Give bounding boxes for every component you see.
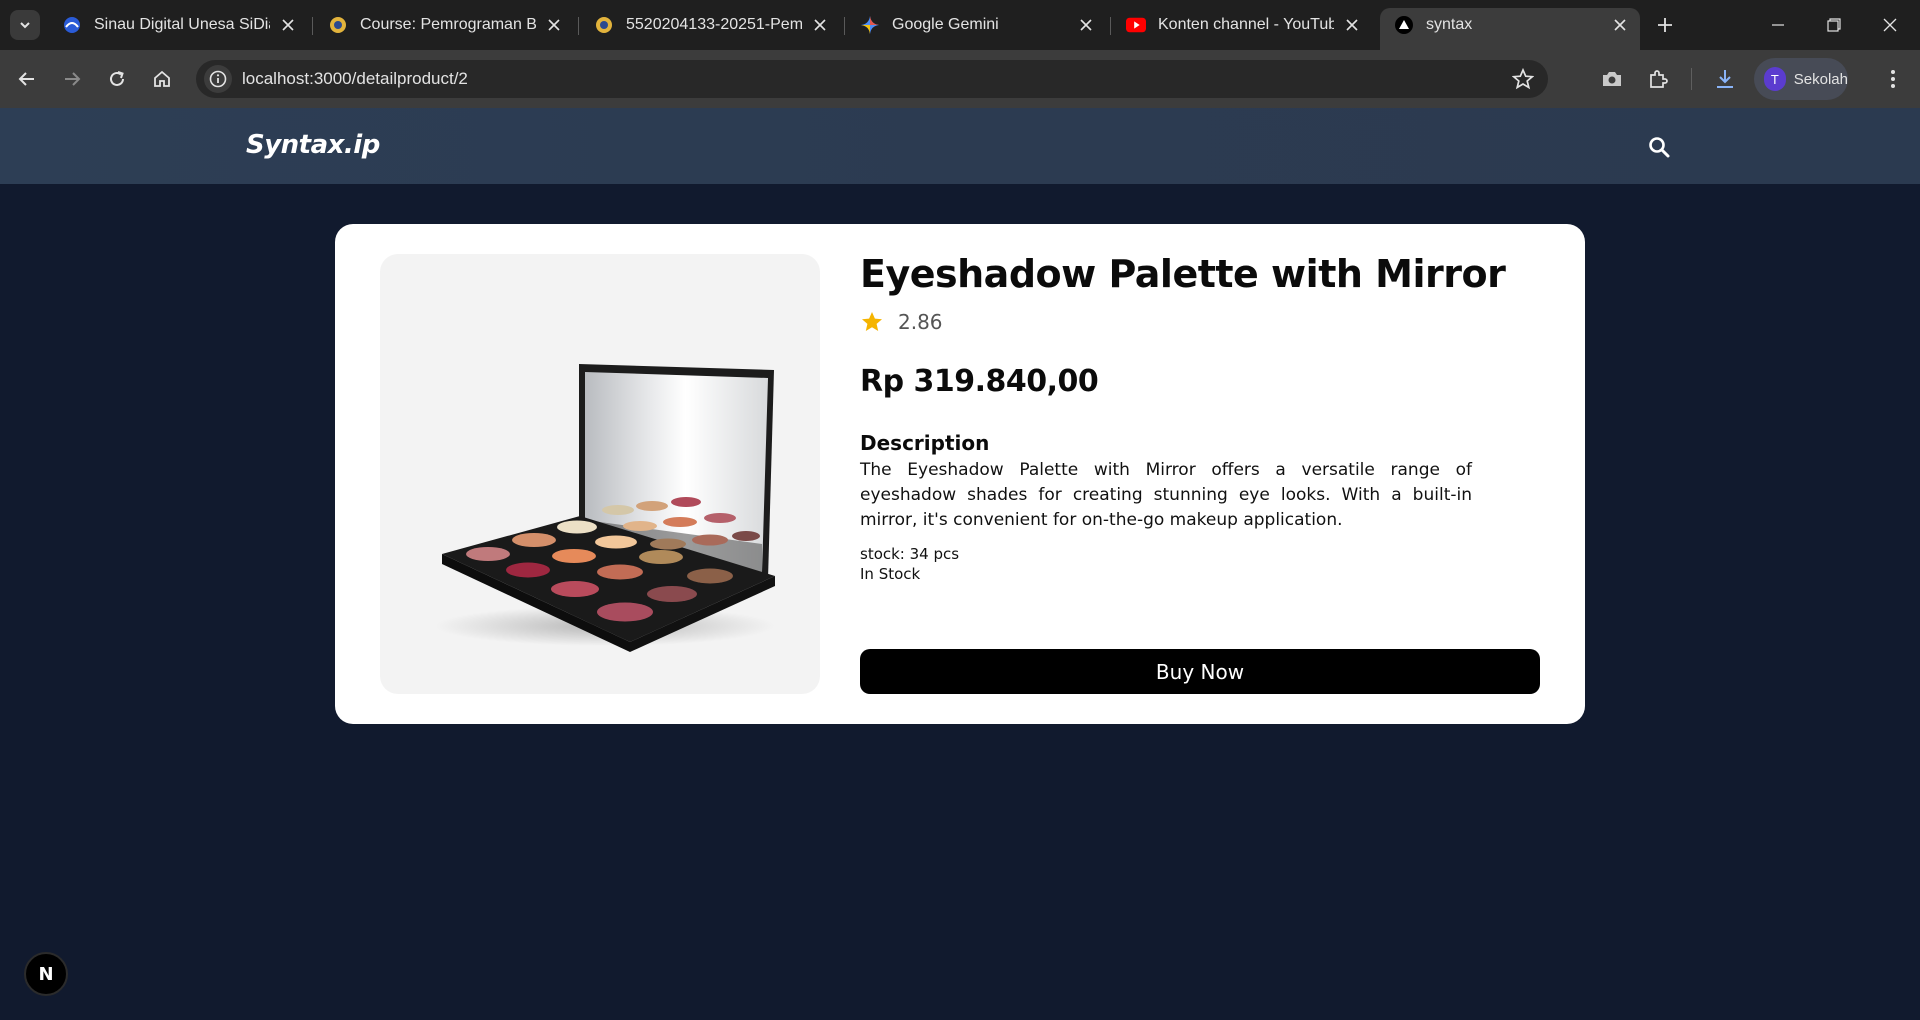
site-info-button[interactable] xyxy=(204,65,232,93)
avatar: T xyxy=(1764,67,1786,91)
unesa-course-icon xyxy=(594,15,614,35)
tab-separator xyxy=(312,17,313,35)
tab-title: 5520204133-20251-Pemrog xyxy=(626,16,802,33)
camera-icon xyxy=(1603,72,1621,86)
tab-title: syntax xyxy=(1426,16,1473,33)
close-icon[interactable] xyxy=(544,15,564,35)
tab-course[interactable]: Course: Pemrograman Berb xyxy=(314,8,574,42)
product-rating: 2.86 xyxy=(860,310,943,334)
tab-title: Google Gemini xyxy=(892,16,999,33)
tab-syntax[interactable]: syntax xyxy=(1380,8,1640,50)
product-description: The Eyeshadow Palette with Mirror offers… xyxy=(860,460,1472,530)
browser-menu-button[interactable] xyxy=(1880,66,1906,92)
tab-title: Sinau Digital Unesa SiDia xyxy=(94,16,270,33)
tab-title: Course: Pemrograman Berb xyxy=(360,16,536,33)
unesa-course-icon xyxy=(328,15,348,35)
minimize-button[interactable] xyxy=(1758,10,1798,40)
nextjs-dev-badge[interactable]: N xyxy=(24,952,68,996)
puzzle-icon xyxy=(1650,70,1668,88)
unesa-sidia-icon xyxy=(62,15,82,35)
close-icon[interactable] xyxy=(1610,15,1630,35)
chevron-down-icon xyxy=(20,22,30,29)
reload-icon xyxy=(110,71,124,86)
tab-sinau-digital[interactable]: Sinau Digital Unesa SiDia xyxy=(48,8,308,42)
close-icon[interactable] xyxy=(1342,15,1362,35)
eyeshadow-palette-image xyxy=(435,364,775,652)
toolbar-divider xyxy=(1691,68,1692,90)
search-icon xyxy=(1649,137,1670,158)
profile-name: Sekolah xyxy=(1793,70,1848,88)
product-info: Eyeshadow Palette with Mirror 2.86 Rp 31… xyxy=(860,224,1540,724)
back-button[interactable] xyxy=(12,64,42,94)
screenshot-button[interactable] xyxy=(1599,66,1625,92)
home-icon xyxy=(154,70,170,87)
close-icon[interactable] xyxy=(810,15,830,35)
profile-button[interactable]: T Sekolah xyxy=(1754,58,1848,100)
arrow-left-icon xyxy=(18,72,34,86)
site-header: Syntax.ip xyxy=(0,108,1920,184)
tab-youtube[interactable]: Konten channel - YouTube xyxy=(1112,8,1372,42)
url-text: localhost:3000/detailproduct/2 xyxy=(242,69,468,88)
restore-button[interactable] xyxy=(1814,10,1854,40)
site-logo[interactable]: Syntax.ip xyxy=(246,130,380,160)
new-tab-button[interactable] xyxy=(1650,10,1680,40)
more-vertical-icon xyxy=(1891,70,1895,88)
browser-tab-bar: Sinau Digital Unesa SiDia Course: Pemrog… xyxy=(0,0,1920,50)
forward-button[interactable] xyxy=(57,64,87,94)
tab-gemini[interactable]: Google Gemini xyxy=(846,8,1106,42)
star-bookmark-icon[interactable] xyxy=(1512,68,1534,90)
close-icon[interactable] xyxy=(1076,15,1096,35)
product-title: Eyeshadow Palette with Mirror xyxy=(860,252,1506,296)
extensions-button[interactable] xyxy=(1645,66,1671,92)
restore-icon xyxy=(1827,18,1841,32)
star-icon xyxy=(862,312,882,331)
tab-search-button[interactable] xyxy=(10,10,40,40)
gemini-icon xyxy=(860,15,880,35)
plus-icon xyxy=(1658,18,1672,32)
product-card: Eyeshadow Palette with Mirror 2.86 Rp 31… xyxy=(335,224,1585,724)
tab-title: Konten channel - YouTube xyxy=(1158,16,1334,33)
close-icon[interactable] xyxy=(278,15,298,35)
rating-value: 2.86 xyxy=(898,310,943,334)
info-icon xyxy=(209,70,227,88)
tab-pemrograman[interactable]: 5520204133-20251-Pemrog xyxy=(580,8,840,42)
close-icon xyxy=(1883,18,1897,32)
product-price: Rp 319.840,00 xyxy=(860,364,1099,399)
minimize-icon xyxy=(1772,24,1784,26)
browser-toolbar: localhost:3000/detailproduct/2 T Sekolah xyxy=(0,50,1920,108)
product-image xyxy=(380,254,820,694)
description-heading: Description xyxy=(860,431,990,455)
site-search-button[interactable] xyxy=(1644,132,1674,162)
tab-separator xyxy=(844,17,845,35)
close-window-button[interactable] xyxy=(1870,10,1910,40)
stock-count: stock: 34 pcs xyxy=(860,545,960,563)
nextjs-icon xyxy=(1394,15,1414,35)
arrow-right-icon xyxy=(65,72,81,86)
buy-now-button[interactable]: Buy Now xyxy=(860,649,1540,694)
download-icon xyxy=(1717,70,1733,88)
tab-separator xyxy=(578,17,579,35)
downloads-button[interactable] xyxy=(1712,66,1738,92)
tab-separator xyxy=(1110,17,1111,35)
availability-status: In Stock xyxy=(860,565,921,583)
youtube-icon xyxy=(1126,15,1146,35)
address-bar[interactable]: localhost:3000/detailproduct/2 xyxy=(196,60,1548,98)
home-button[interactable] xyxy=(147,64,177,94)
reload-button[interactable] xyxy=(102,64,132,94)
